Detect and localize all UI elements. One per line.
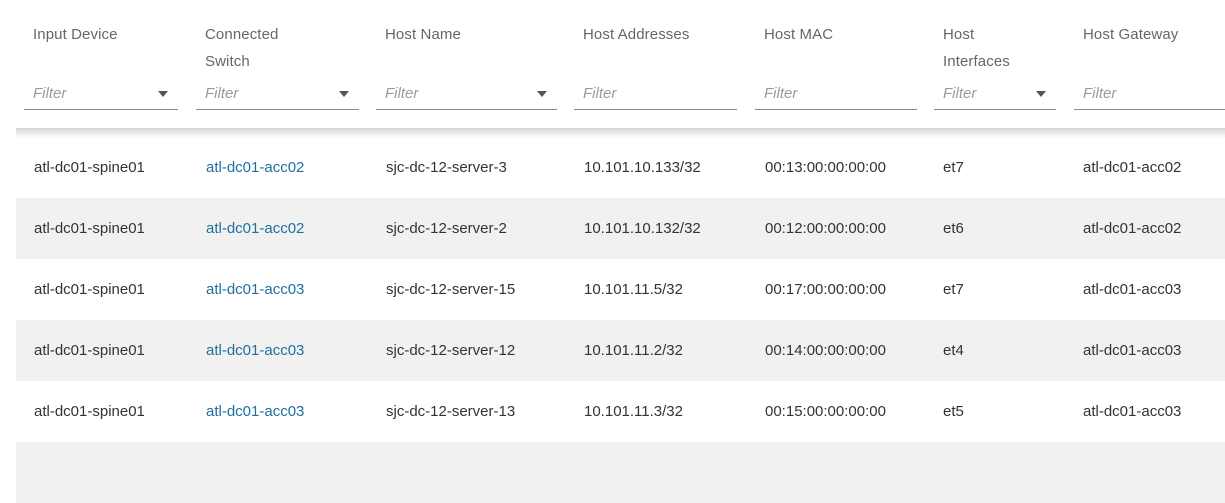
column-header-host-gateway[interactable]: Host Gateway: [1083, 21, 1178, 48]
filter-host-gateway[interactable]: [1074, 80, 1225, 110]
cell-host-interfaces: et7: [943, 281, 964, 298]
column-header-label: Connected: [205, 26, 279, 43]
filter-host-mac[interactable]: [755, 80, 917, 110]
filter-input-device[interactable]: [24, 80, 178, 110]
caret-down-icon[interactable]: [537, 91, 547, 97]
cell-host-name: sjc-dc-12-server-13: [386, 403, 516, 420]
caret-down-icon[interactable]: [158, 91, 168, 97]
filter-host-name[interactable]: [376, 80, 557, 110]
cell-host-mac: 00:17:00:00:00:00: [765, 281, 886, 298]
cell-connected-switch-link[interactable]: atl-dc01-acc03: [206, 381, 304, 442]
cell-connected-switch-link[interactable]: atl-dc01-acc02: [206, 198, 304, 259]
cell-connected-switch-link[interactable]: atl-dc01-acc02: [206, 137, 304, 198]
caret-down-icon[interactable]: [1036, 91, 1046, 97]
caret-down-icon[interactable]: [339, 91, 349, 97]
filter-input[interactable]: [24, 80, 178, 106]
column-header-host-mac[interactable]: Host MAC: [764, 21, 833, 48]
cell-host-interfaces: et4: [943, 342, 964, 359]
column-header-label: Input Device: [33, 26, 118, 43]
cell-input-device: atl-dc01-spine01: [34, 159, 145, 176]
cell-host-name: sjc-dc-12-server-2: [386, 220, 507, 237]
filter-input[interactable]: [755, 80, 917, 106]
cell-host-addresses: 10.101.11.3/32: [584, 403, 683, 420]
cell-host-mac: 00:15:00:00:00:00: [765, 403, 886, 420]
cell-host-gateway: atl-dc01-acc03: [1083, 403, 1182, 420]
column-header-label: Host Name: [385, 26, 461, 43]
cell-host-mac: 00:12:00:00:00:00: [765, 220, 886, 237]
column-header-label-line2: Switch: [205, 53, 250, 70]
cell-host-name: sjc-dc-12-server-15: [386, 281, 516, 298]
filter-input[interactable]: [196, 80, 359, 106]
column-header-label: Host MAC: [764, 26, 834, 43]
column-header-input-device[interactable]: Input Device: [33, 21, 118, 48]
table-row[interactable]: [16, 442, 1225, 503]
cell-host-mac: 00:14:00:00:00:00: [765, 342, 886, 359]
table-row[interactable]: atl-dc01-spine01 atl-dc01-acc02 sjc-dc-1…: [16, 198, 1225, 259]
cell-host-interfaces: et5: [943, 403, 964, 420]
cell-host-name: sjc-dc-12-server-12: [386, 342, 516, 359]
cell-input-device: atl-dc01-spine01: [34, 403, 145, 420]
cell-input-device: atl-dc01-spine01: [34, 220, 145, 237]
column-header-label: Host Gateway: [1083, 26, 1179, 43]
cell-input-device: atl-dc01-spine01: [34, 281, 145, 298]
column-header-label-line2: Interfaces: [943, 53, 1010, 70]
column-header-host-name[interactable]: Host Name: [385, 21, 461, 48]
column-header-host-addresses[interactable]: Host Addresses: [583, 21, 689, 48]
cell-host-interfaces: et7: [943, 159, 964, 176]
table-body: atl-dc01-spine01 atl-dc01-acc02 sjc-dc-1…: [16, 137, 1225, 503]
table-header: Input Device Connected Switch Host Name …: [0, 0, 1225, 128]
column-header-host-interfaces[interactable]: Host Interfaces: [943, 21, 1010, 75]
cell-host-addresses: 10.101.11.2/32: [584, 342, 683, 359]
table-row[interactable]: atl-dc01-spine01 atl-dc01-acc03 sjc-dc-1…: [16, 259, 1225, 320]
column-header-connected-switch[interactable]: Connected Switch: [205, 21, 278, 75]
cell-host-gateway: atl-dc01-acc02: [1083, 220, 1182, 237]
filter-connected-switch[interactable]: [196, 80, 359, 110]
cell-host-interfaces: et6: [943, 220, 964, 237]
table-row[interactable]: atl-dc01-spine01 atl-dc01-acc02 sjc-dc-1…: [16, 137, 1225, 198]
cell-host-gateway: atl-dc01-acc02: [1083, 159, 1182, 176]
table-row[interactable]: atl-dc01-spine01 atl-dc01-acc03 sjc-dc-1…: [16, 320, 1225, 381]
cell-host-addresses: 10.101.10.132/32: [584, 220, 701, 237]
filter-host-addresses[interactable]: [574, 80, 737, 110]
filter-input[interactable]: [376, 80, 557, 106]
filter-host-interfaces[interactable]: [934, 80, 1056, 110]
cell-connected-switch-link[interactable]: atl-dc01-acc03: [206, 320, 304, 381]
cell-host-addresses: 10.101.11.5/32: [584, 281, 683, 298]
filter-input[interactable]: [1074, 80, 1225, 106]
cell-host-gateway: atl-dc01-acc03: [1083, 342, 1182, 359]
cell-connected-switch-link[interactable]: atl-dc01-acc03: [206, 259, 304, 320]
cell-host-name: sjc-dc-12-server-3: [386, 159, 507, 176]
cell-host-gateway: atl-dc01-acc03: [1083, 281, 1182, 298]
table-row[interactable]: atl-dc01-spine01 atl-dc01-acc03 sjc-dc-1…: [16, 381, 1225, 442]
filter-input[interactable]: [574, 80, 737, 106]
column-header-label: Host: [943, 26, 975, 43]
cell-input-device: atl-dc01-spine01: [34, 342, 145, 359]
cell-host-addresses: 10.101.10.133/32: [584, 159, 701, 176]
cell-host-mac: 00:13:00:00:00:00: [765, 159, 886, 176]
column-header-label: Host Addresses: [583, 26, 690, 43]
